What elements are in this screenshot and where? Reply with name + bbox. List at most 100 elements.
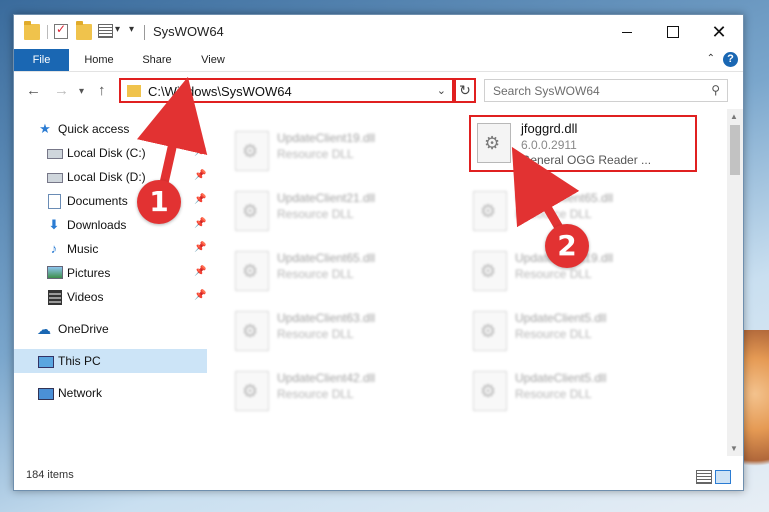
refresh-icon: ↻ [459,82,471,98]
minimize-button[interactable] [604,15,650,49]
music-icon: ♪ [50,241,58,256]
maximize-button[interactable] [650,15,696,49]
this-pc-icon [38,356,54,368]
search-box[interactable]: Search SysWOW64 ⚲ [484,79,728,102]
sidebar-item-onedrive[interactable]: ☁ OneDrive [14,317,207,341]
file-item-jfoggrd[interactable]: jfoggrd.dll 6.0.0.2911 General OGG Reade… [469,115,697,172]
dll-file-icon [235,371,269,411]
scrollbar-thumb[interactable] [730,125,740,175]
properties-check-icon[interactable] [54,22,68,39]
explorer-window: ▾ ▾ SysWOW64 ✕ File Home Share View ⌃ ? … [13,14,744,491]
search-icon[interactable]: ⚲ [711,83,720,97]
pin-icon[interactable]: 📌 [194,242,206,253]
vertical-scrollbar[interactable]: ▲ ▼ [727,109,743,456]
disk-icon [47,149,63,159]
up-arrow-icon[interactable]: ↑ [98,82,106,99]
refresh-button[interactable]: ↻ [454,78,476,103]
navigation-pane: ★ Quick access Local Disk (C:) 📌 Local D… [14,109,207,456]
ribbon-tabs: File Home Share View ⌃ ? [14,49,743,71]
large-icons-view-icon[interactable] [715,470,731,484]
address-dropdown-icon[interactable]: ⌄ [437,84,446,97]
pin-icon[interactable]: 📌 [194,170,206,181]
file-type: Resource DLL [515,327,592,341]
new-folder-icon[interactable] [76,21,92,40]
file-type: Resource DLL [515,387,592,401]
close-icon: ✕ [711,22,727,42]
dll-file-icon [235,191,269,231]
file-type: Resource DLL [515,267,592,281]
status-bar: 184 items [14,463,743,490]
tab-home[interactable]: Home [74,49,124,71]
dll-file-icon [473,311,507,351]
network-icon [38,388,54,400]
sidebar-item-this-pc[interactable]: This PC [14,349,207,373]
onedrive-icon: ☁ [37,321,51,337]
sidebar-item-downloads[interactable]: ⬇ Downloads 📌 [14,213,207,237]
pin-icon[interactable]: 📌 [194,146,206,157]
tab-share[interactable]: Share [132,49,182,71]
address-bar[interactable]: C:\Windows\SysWOW64 ⌄ [119,78,454,103]
address-folder-icon [127,85,141,97]
file-item[interactable]: UpdateClient63.dll Resource DLL [227,301,457,359]
pin-icon[interactable]: 📌 [194,290,206,301]
file-type: Resource DLL [277,327,354,341]
sidebar-item-music[interactable]: ♪ Music 📌 [14,237,207,261]
sidebar-item-label: OneDrive [58,322,109,336]
title-bar: ▾ ▾ SysWOW64 ✕ [14,15,743,49]
file-item[interactable]: UpdateClient21.dll Resource DLL [227,181,457,239]
back-arrow-icon[interactable]: ← [26,82,41,99]
file-type: Resource DLL [515,207,592,221]
sidebar-item-quick-access[interactable]: ★ Quick access [14,117,207,141]
videos-icon [48,290,62,305]
forward-arrow-icon[interactable]: → [54,82,69,99]
rename-icon[interactable] [98,24,113,38]
file-item[interactable]: UpdateClient5.dll Resource DLL [465,301,695,359]
sidebar-item-local-disk-d[interactable]: Local Disk (D:) 📌 [14,165,207,189]
chevron-down-icon[interactable]: ▾ [115,24,120,35]
details-view-icon[interactable] [696,470,712,484]
folder-icon [24,21,40,40]
pin-icon[interactable]: 📌 [194,194,206,205]
file-item[interactable]: UpdateClient65.dll Resource DLL [227,241,457,299]
file-item[interactable]: UpdateClient42.dll Resource DLL [227,361,457,419]
tab-file[interactable]: File [14,49,69,71]
dll-file-icon [473,251,507,291]
qa-divider [47,25,48,39]
downloads-icon: ⬇ [48,217,60,232]
sidebar-item-label: Pictures [67,266,111,280]
pictures-icon [47,266,63,279]
file-name: UpdateClient65.dll [515,191,614,205]
sidebar-item-local-disk-c[interactable]: Local Disk (C:) 📌 [14,141,207,165]
file-name: UpdateClient5.dll [515,311,607,325]
chevron-up-icon[interactable]: ⌃ [707,53,715,64]
item-count: 184 items [26,469,74,481]
scroll-down-icon[interactable]: ▼ [730,444,738,453]
file-name: UpdateClient65.dll [277,251,376,265]
file-name: UpdateClient19.dll [277,131,376,145]
step-badge-1: 1 [137,180,181,224]
documents-icon [48,194,61,209]
file-name: UpdateClient42.dll [277,371,376,385]
recent-chevron-icon[interactable]: ▾ [79,86,84,97]
scroll-up-icon[interactable]: ▲ [730,112,738,121]
navigation-bar: ← → ▾ ↑ C:\Windows\SysWOW64 ⌄ ↻ Search S… [14,71,743,110]
file-item[interactable]: UpdateClient19.dll Resource DLL [227,121,457,179]
tab-view[interactable]: View [188,49,238,71]
customize-toolbar-icon[interactable]: ▾ [129,24,134,35]
file-type: Resource DLL [277,207,354,221]
file-version: 6.0.0.2911 [521,138,577,152]
sidebar-item-pictures[interactable]: Pictures 📌 [14,261,207,285]
help-icon[interactable]: ? [723,52,738,67]
close-button[interactable]: ✕ [696,15,742,49]
title-divider [144,25,145,40]
dll-file-icon [477,123,511,163]
address-text[interactable]: C:\Windows\SysWOW64 [148,84,292,99]
pin-icon[interactable]: 📌 [194,266,206,277]
sidebar-item-network[interactable]: Network [14,381,207,405]
sidebar-item-label: Music [67,242,99,256]
sidebar-item-videos[interactable]: Videos 📌 [14,285,207,309]
window-title: SysWOW64 [153,24,224,39]
pin-icon[interactable]: 📌 [194,218,206,229]
file-item[interactable]: UpdateClient5.dll Resource DLL [465,361,695,419]
search-input[interactable]: Search SysWOW64 [493,84,600,98]
